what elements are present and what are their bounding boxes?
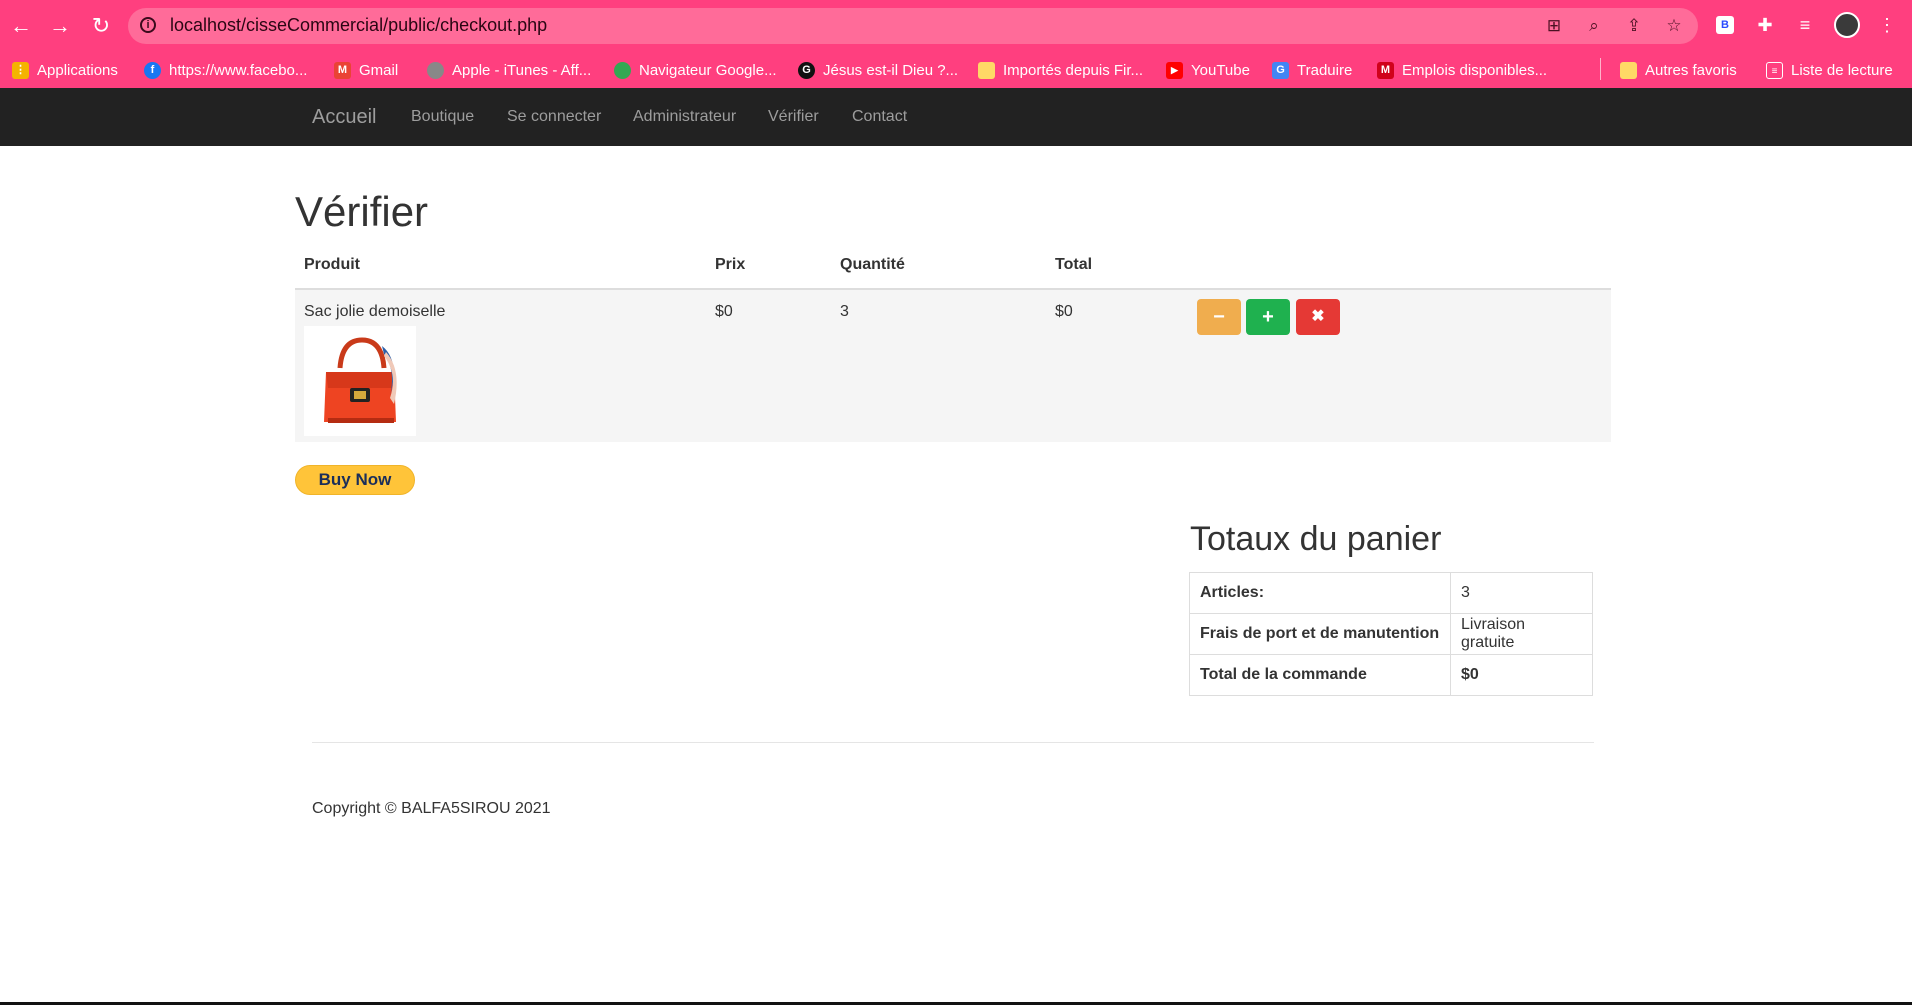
minus-icon: −	[1213, 306, 1225, 328]
totals-value: 3	[1450, 572, 1593, 614]
totals-value: $0	[1450, 654, 1593, 696]
gmail-icon: M	[334, 61, 351, 79]
extensions-puzzle-icon[interactable]: ✚	[1754, 14, 1776, 36]
handbag-image	[324, 337, 397, 423]
profile-avatar[interactable]	[1834, 12, 1860, 38]
paypal-buy-now-button[interactable]: Buy Now	[295, 465, 415, 495]
forward-icon[interactable]: →	[45, 11, 75, 41]
column-header-produit: Produit	[304, 256, 360, 273]
jobs-icon: M	[1377, 61, 1394, 79]
bookmark-imported-firefox[interactable]: Importés depuis Fir...	[978, 59, 1143, 81]
nav-link-verifier[interactable]: Vérifier	[768, 108, 819, 126]
site-navbar: Accueil Boutique Se connecter Administra…	[0, 88, 1912, 146]
folder-icon	[978, 61, 995, 79]
browser-chrome: ← → ↻ i localhost/cisseCommercial/public…	[0, 0, 1912, 88]
g-logo-icon: G	[798, 61, 815, 79]
chrome-icon	[614, 61, 631, 79]
bookmark-jobs[interactable]: M Emplois disponibles...	[1377, 59, 1547, 81]
product-quantity: 3	[840, 303, 849, 320]
footer-divider	[312, 742, 1594, 743]
bookmarks-bar: ⋮ Applications f https://www.facebo... M…	[0, 52, 1912, 88]
bookmark-other-favorites[interactable]: Autres favoris	[1620, 59, 1737, 81]
back-icon[interactable]: ←	[6, 11, 36, 41]
nav-link-administrateur[interactable]: Administrateur	[633, 108, 736, 126]
totals-label: Total de la commande	[1189, 654, 1451, 696]
nav-link-contact[interactable]: Contact	[852, 108, 907, 126]
totals-row-order-total: Total de la commande $0	[1189, 654, 1593, 696]
product-total: $0	[1055, 303, 1073, 320]
cart-totals-table: Articles: 3 Frais de port et de manutent…	[1189, 572, 1593, 696]
nav-link-se-connecter[interactable]: Se connecter	[507, 108, 601, 126]
remove-item-button[interactable]: ✖	[1296, 299, 1340, 335]
translate-icon: G	[1272, 61, 1289, 79]
browser-toolbar: ← → ↻ i localhost/cisseCommercial/public…	[0, 0, 1912, 52]
apple-icon	[427, 61, 444, 79]
media-queue-icon[interactable]: ≡	[1794, 14, 1816, 36]
nav-link-boutique[interactable]: Boutique	[411, 108, 474, 126]
bookmark-apple-itunes[interactable]: Apple - iTunes - Aff...	[427, 59, 591, 81]
reload-icon[interactable]: ↻	[86, 11, 116, 41]
bookmark-chrome[interactable]: Navigateur Google...	[614, 59, 777, 81]
column-header-quantite: Quantité	[840, 256, 905, 273]
bookmark-gmail[interactable]: M Gmail	[334, 59, 398, 81]
bookmark-youtube[interactable]: ▶ YouTube	[1166, 59, 1250, 81]
reading-list-icon: ≡	[1766, 61, 1783, 79]
menu-kebab-icon[interactable]: ⋮	[1876, 14, 1898, 36]
totals-label: Frais de port et de manutention	[1189, 613, 1451, 655]
address-bar[interactable]: i localhost/cisseCommercial/public/check…	[128, 8, 1698, 44]
bookmark-star-icon[interactable]: ☆	[1664, 16, 1684, 36]
table-row: Sac jolie demoiselle $0 3 $0 − + ✖	[295, 290, 1611, 442]
youtube-icon: ▶	[1166, 61, 1183, 79]
plus-icon: +	[1262, 306, 1274, 328]
bookmarks-divider	[1600, 58, 1601, 80]
folder-icon	[1620, 61, 1637, 79]
totals-value: Livraison gratuite	[1450, 613, 1593, 655]
navbar-brand-accueil[interactable]: Accueil	[312, 106, 376, 129]
translate-page-icon[interactable]: ⊞	[1544, 16, 1564, 36]
page-title: Vérifier	[295, 188, 429, 235]
column-header-prix: Prix	[715, 256, 746, 273]
zoom-icon[interactable]: ⌕	[1584, 16, 1604, 36]
product-price: $0	[715, 303, 733, 320]
bookmark-reading-list[interactable]: ≡ Liste de lecture	[1766, 59, 1893, 81]
decrease-quantity-button[interactable]: −	[1197, 299, 1241, 335]
totals-row-shipping: Frais de port et de manutention Livraiso…	[1189, 613, 1593, 655]
site-info-icon[interactable]: i	[140, 17, 156, 33]
bookmark-applications[interactable]: ⋮ Applications	[12, 59, 118, 81]
bookmark-facebook[interactable]: f https://www.facebo...	[144, 59, 307, 81]
bookmark-translate[interactable]: G Traduire	[1272, 59, 1352, 81]
facebook-icon: f	[144, 61, 161, 79]
increase-quantity-button[interactable]: +	[1246, 299, 1290, 335]
cart-totals-title: Totaux du panier	[1190, 520, 1442, 558]
apps-grid-icon: ⋮	[12, 61, 29, 79]
address-url[interactable]: localhost/cisseCommercial/public/checkou…	[170, 15, 547, 36]
extension-b-icon[interactable]: B	[1716, 16, 1734, 34]
column-header-total: Total	[1055, 256, 1093, 273]
close-icon: ✖	[1311, 308, 1325, 325]
footer-copyright: Copyright © BALFA5SIROU 2021	[312, 800, 551, 817]
share-icon[interactable]: ⇪	[1624, 16, 1644, 36]
bookmark-jesus[interactable]: G Jésus est-il Dieu ?...	[798, 59, 958, 81]
totals-label: Articles:	[1189, 572, 1451, 614]
totals-row-articles: Articles: 3	[1189, 572, 1593, 614]
product-image	[304, 326, 416, 436]
product-name: Sac jolie demoiselle	[304, 303, 446, 320]
